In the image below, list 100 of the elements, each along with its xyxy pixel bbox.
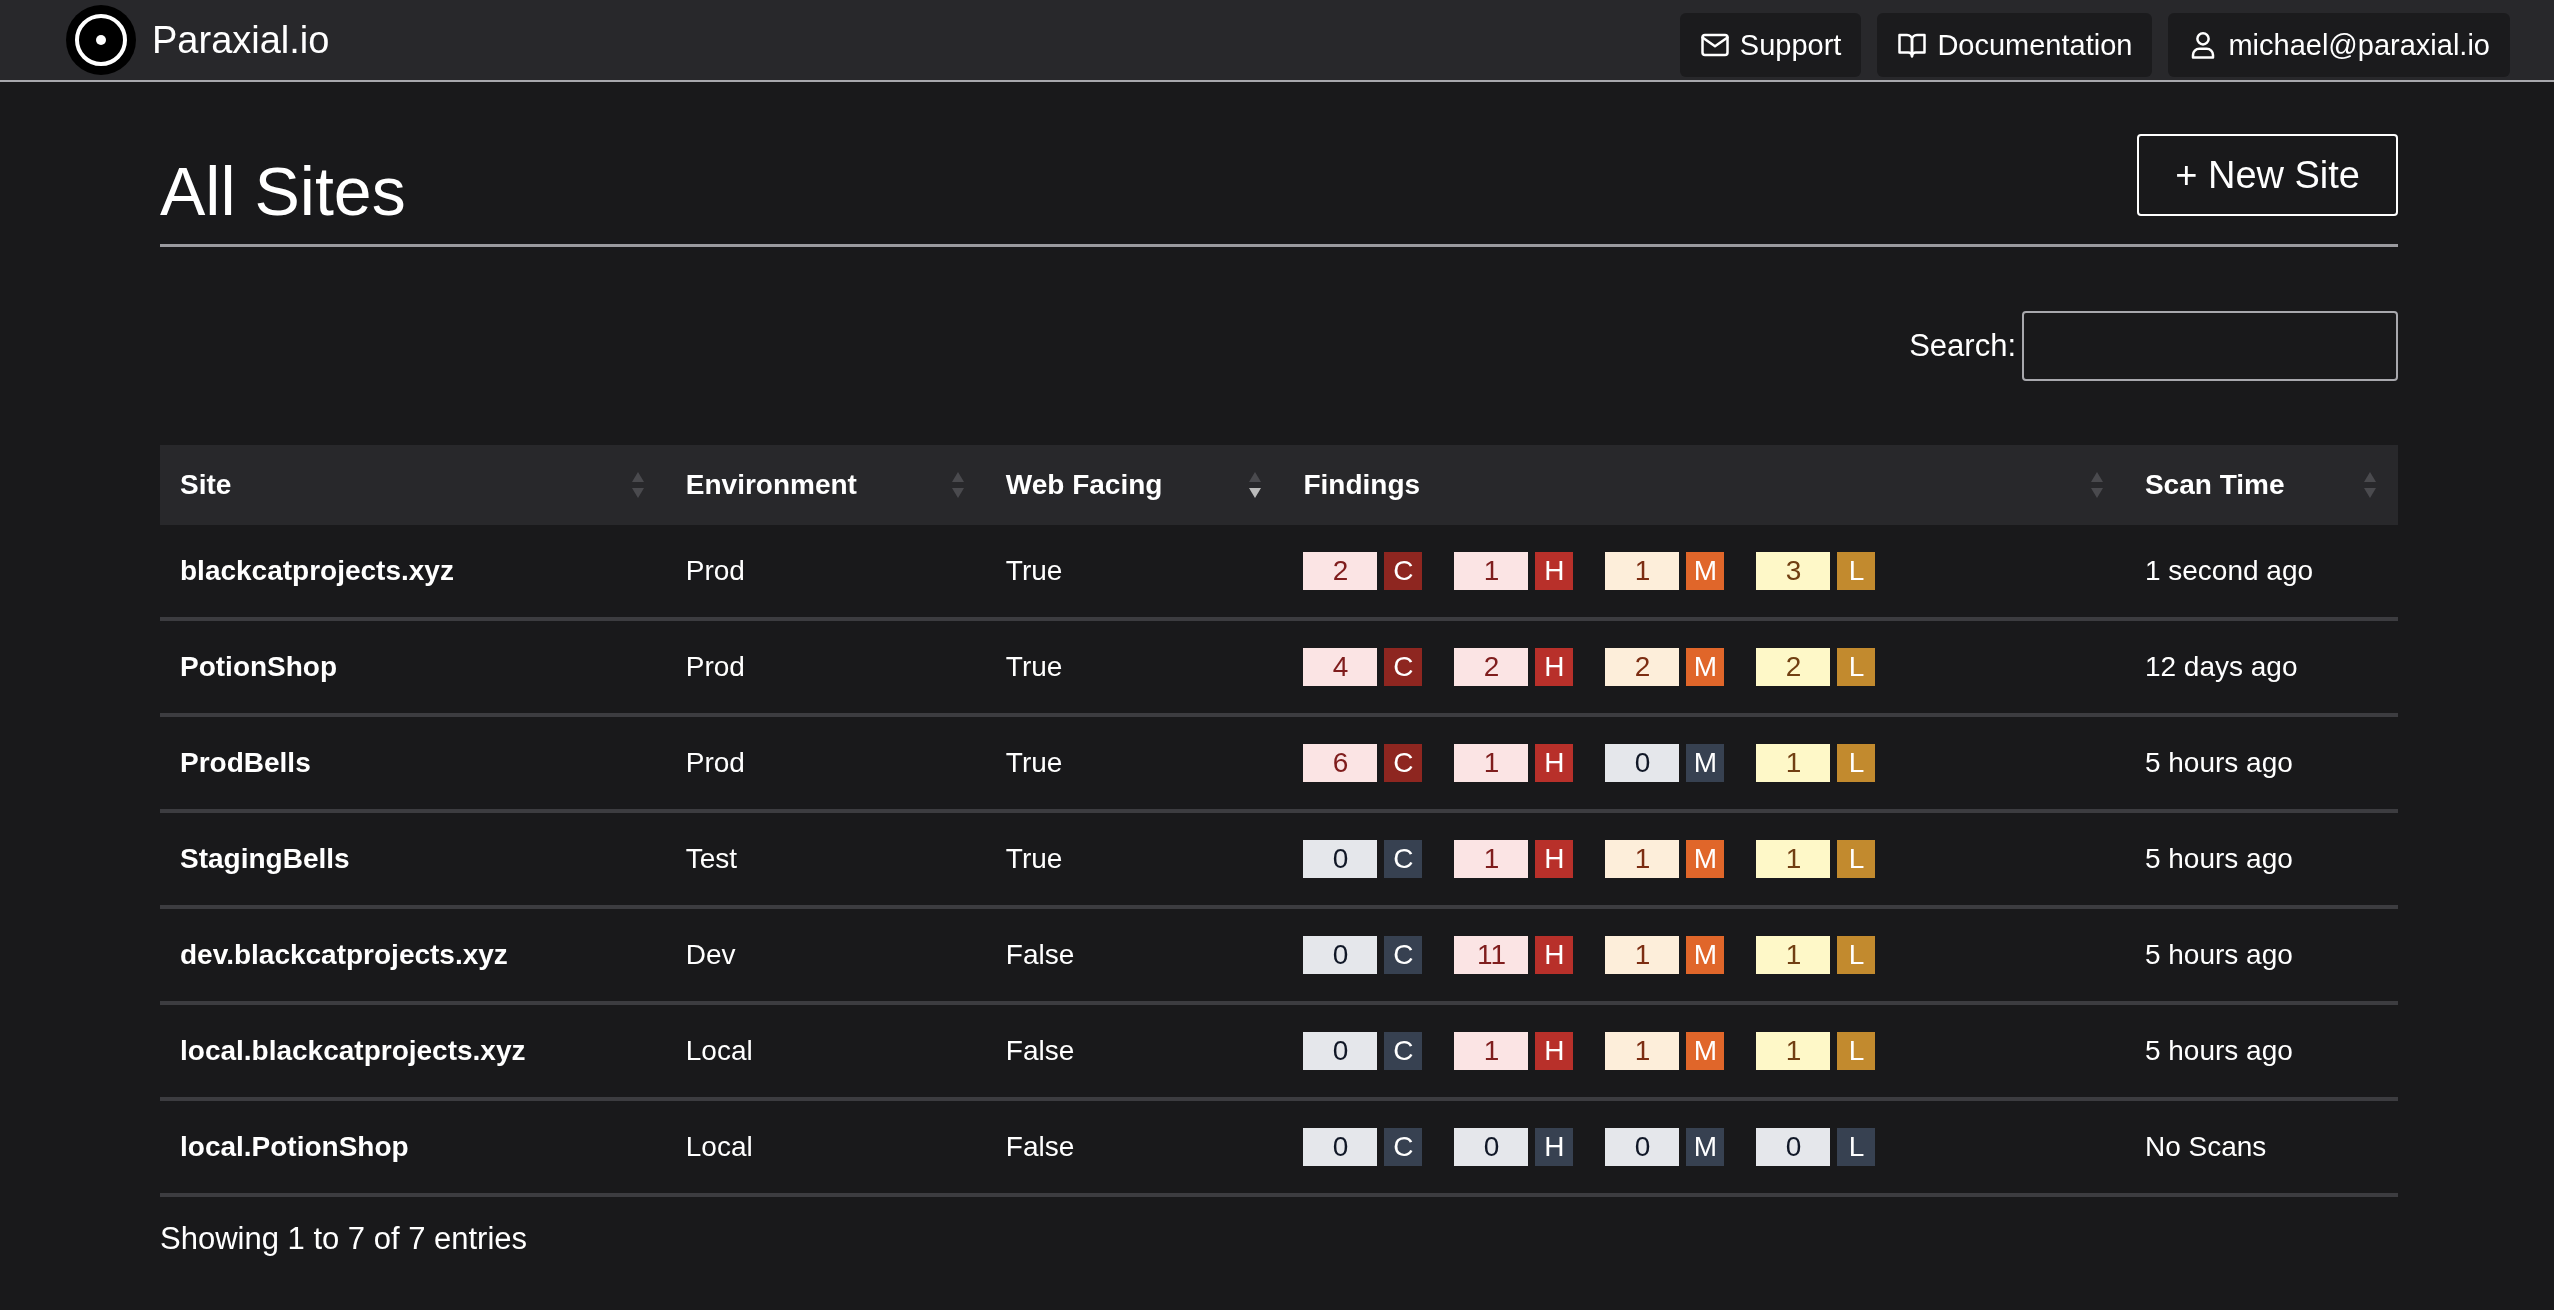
finding-count: 2 bbox=[1605, 648, 1680, 686]
severity-letter: L bbox=[1837, 1128, 1876, 1166]
column-header[interactable]: Web Facing bbox=[985, 445, 1284, 525]
web-facing-cell: True bbox=[985, 619, 1284, 715]
severity-letter: L bbox=[1837, 744, 1876, 782]
finding-count: 1 bbox=[1756, 744, 1831, 782]
scan-time-cell: 5 hours ago bbox=[2124, 907, 2398, 1003]
column-title: Web Facing bbox=[1005, 469, 1163, 501]
finding-count: 0 bbox=[1605, 1128, 1680, 1166]
logo-icon bbox=[66, 5, 136, 75]
nav-link[interactable]: michael@paraxial.io bbox=[2168, 13, 2510, 77]
brand-name: Paraxial.io bbox=[152, 18, 330, 62]
web-facing-cell: True bbox=[985, 715, 1284, 811]
column-title: Environment bbox=[685, 469, 857, 501]
severity-letter: C bbox=[1384, 648, 1423, 686]
severity-letter: M bbox=[1686, 1128, 1725, 1166]
scan-time-cell: 1 second ago bbox=[2124, 525, 2398, 619]
column-title: Findings bbox=[1303, 469, 1421, 501]
column-title: Scan Time bbox=[2144, 469, 2285, 501]
column-header[interactable]: Findings bbox=[1283, 445, 2125, 525]
environment-cell: Prod bbox=[665, 619, 986, 715]
severity-letter: C bbox=[1384, 744, 1423, 782]
finding-count: 1 bbox=[1605, 1032, 1680, 1070]
finding-count: 0 bbox=[1605, 744, 1680, 782]
finding-count: 2 bbox=[1756, 648, 1831, 686]
finding-count: 1 bbox=[1454, 552, 1529, 590]
environment-cell: Local bbox=[665, 1003, 986, 1099]
scan-time-cell: 5 hours ago bbox=[2124, 811, 2398, 907]
column-title: Site bbox=[180, 469, 232, 501]
scan-time-cell: 5 hours ago bbox=[2124, 1003, 2398, 1099]
finding-count: 0 bbox=[1303, 840, 1378, 878]
web-facing-cell: False bbox=[985, 907, 1284, 1003]
finding-count: 1 bbox=[1756, 936, 1831, 974]
severity-letter: H bbox=[1535, 1032, 1574, 1070]
page-title: All Sites bbox=[160, 152, 406, 230]
finding-count: 6 bbox=[1303, 744, 1378, 782]
web-facing-cell: True bbox=[985, 525, 1284, 619]
scan-time-cell: 12 days ago bbox=[2124, 619, 2398, 715]
search-label: Search: bbox=[1909, 328, 2016, 364]
severity-letter: C bbox=[1384, 840, 1423, 878]
site-name: local.PotionShop bbox=[160, 1099, 666, 1195]
severity-letter: H bbox=[1535, 936, 1574, 974]
severity-letter: L bbox=[1837, 840, 1876, 878]
site-name: local.blackcatprojects.xyz bbox=[160, 1003, 666, 1099]
severity-letter: M bbox=[1686, 1032, 1725, 1070]
site-name: PotionShop bbox=[160, 619, 666, 715]
severity-letter: M bbox=[1686, 936, 1725, 974]
environment-cell: Prod bbox=[665, 715, 986, 811]
site-name: dev.blackcatprojects.xyz bbox=[160, 907, 666, 1003]
severity-letter: C bbox=[1384, 1128, 1423, 1166]
environment-cell: Prod bbox=[665, 525, 986, 619]
scan-time-cell: 5 hours ago bbox=[2124, 715, 2398, 811]
web-facing-cell: False bbox=[985, 1099, 1284, 1195]
severity-letter: L bbox=[1837, 648, 1876, 686]
finding-count: 1 bbox=[1454, 1032, 1529, 1070]
finding-count: 1 bbox=[1454, 744, 1529, 782]
finding-count: 2 bbox=[1454, 648, 1529, 686]
severity-letter: H bbox=[1535, 1128, 1574, 1166]
finding-count: 0 bbox=[1303, 1032, 1378, 1070]
entries-info: Showing 1 to 7 of 7 entries bbox=[160, 1221, 529, 1257]
column-header[interactable]: Site bbox=[160, 445, 666, 525]
environment-cell: Dev bbox=[665, 907, 986, 1003]
new-site-button[interactable]: + New Site bbox=[2137, 134, 2398, 216]
severity-letter: C bbox=[1384, 552, 1423, 590]
finding-count: 1 bbox=[1605, 936, 1680, 974]
severity-letter: H bbox=[1535, 744, 1574, 782]
severity-letter: M bbox=[1686, 840, 1725, 878]
severity-letter: M bbox=[1686, 744, 1725, 782]
site-name: StagingBells bbox=[160, 811, 666, 907]
severity-letter: M bbox=[1686, 648, 1725, 686]
column-header[interactable]: Environment bbox=[665, 445, 986, 525]
finding-count: 1 bbox=[1605, 552, 1680, 590]
severity-letter: H bbox=[1535, 552, 1574, 590]
scan-time-cell: No Scans bbox=[2124, 1099, 2398, 1195]
finding-count: 1 bbox=[1756, 1032, 1831, 1070]
finding-count: 0 bbox=[1756, 1128, 1831, 1166]
nav-link[interactable]: Documentation bbox=[1877, 13, 2153, 77]
site-name: ProdBells bbox=[160, 715, 666, 811]
severity-letter: M bbox=[1686, 552, 1725, 590]
finding-count: 0 bbox=[1303, 1128, 1378, 1166]
finding-count: 0 bbox=[1454, 1128, 1529, 1166]
finding-count: 0 bbox=[1303, 936, 1378, 974]
severity-letter: L bbox=[1837, 552, 1876, 590]
finding-count: 1 bbox=[1454, 840, 1529, 878]
web-facing-cell: False bbox=[985, 1003, 1284, 1099]
severity-letter: L bbox=[1837, 936, 1876, 974]
severity-letter: H bbox=[1535, 840, 1574, 878]
finding-count: 1 bbox=[1756, 840, 1831, 878]
search-field[interactable] bbox=[2022, 311, 2398, 381]
severity-letter: H bbox=[1535, 648, 1574, 686]
finding-count: 4 bbox=[1303, 648, 1378, 686]
environment-cell: Local bbox=[665, 1099, 986, 1195]
column-header[interactable]: Scan Time bbox=[2124, 445, 2398, 525]
environment-cell: Test bbox=[665, 811, 986, 907]
site-name: blackcatprojects.xyz bbox=[160, 525, 666, 619]
severity-letter: C bbox=[1384, 1032, 1423, 1070]
finding-count: 1 bbox=[1605, 840, 1680, 878]
finding-count: 2 bbox=[1303, 552, 1378, 590]
nav-link[interactable]: Support bbox=[1679, 13, 1862, 77]
web-facing-cell: True bbox=[985, 811, 1284, 907]
